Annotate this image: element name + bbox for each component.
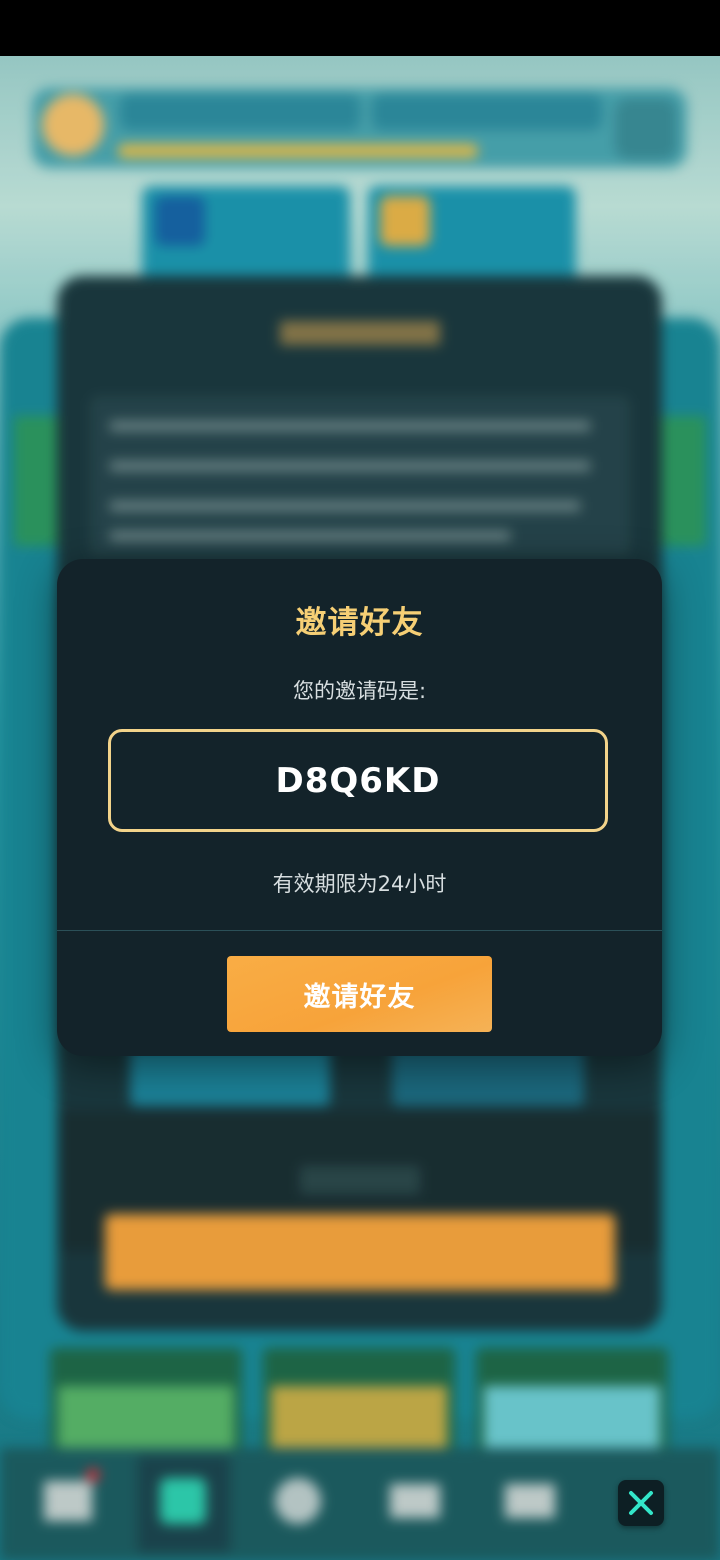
validity-text: 有效期限为24小时 [272,872,447,896]
invite-code-label: 您的邀请码是: [292,679,427,703]
invite-code-value: D8Q6KD [275,760,441,801]
status-bar [0,0,720,56]
close-button[interactable] [618,1480,664,1526]
invite-friend-dialog: 邀请好友 您的邀请码是: D8Q6KD 有效期限为24小时 邀请好友 [57,559,662,1056]
invite-friend-button[interactable]: 邀请好友 [227,956,492,1032]
divider [57,930,662,931]
close-icon [629,1491,653,1515]
invite-friend-button-label: 邀请好友 [303,981,416,1013]
invite-code-box[interactable]: D8Q6KD [108,729,608,832]
dialog-title: 邀请好友 [295,605,424,641]
